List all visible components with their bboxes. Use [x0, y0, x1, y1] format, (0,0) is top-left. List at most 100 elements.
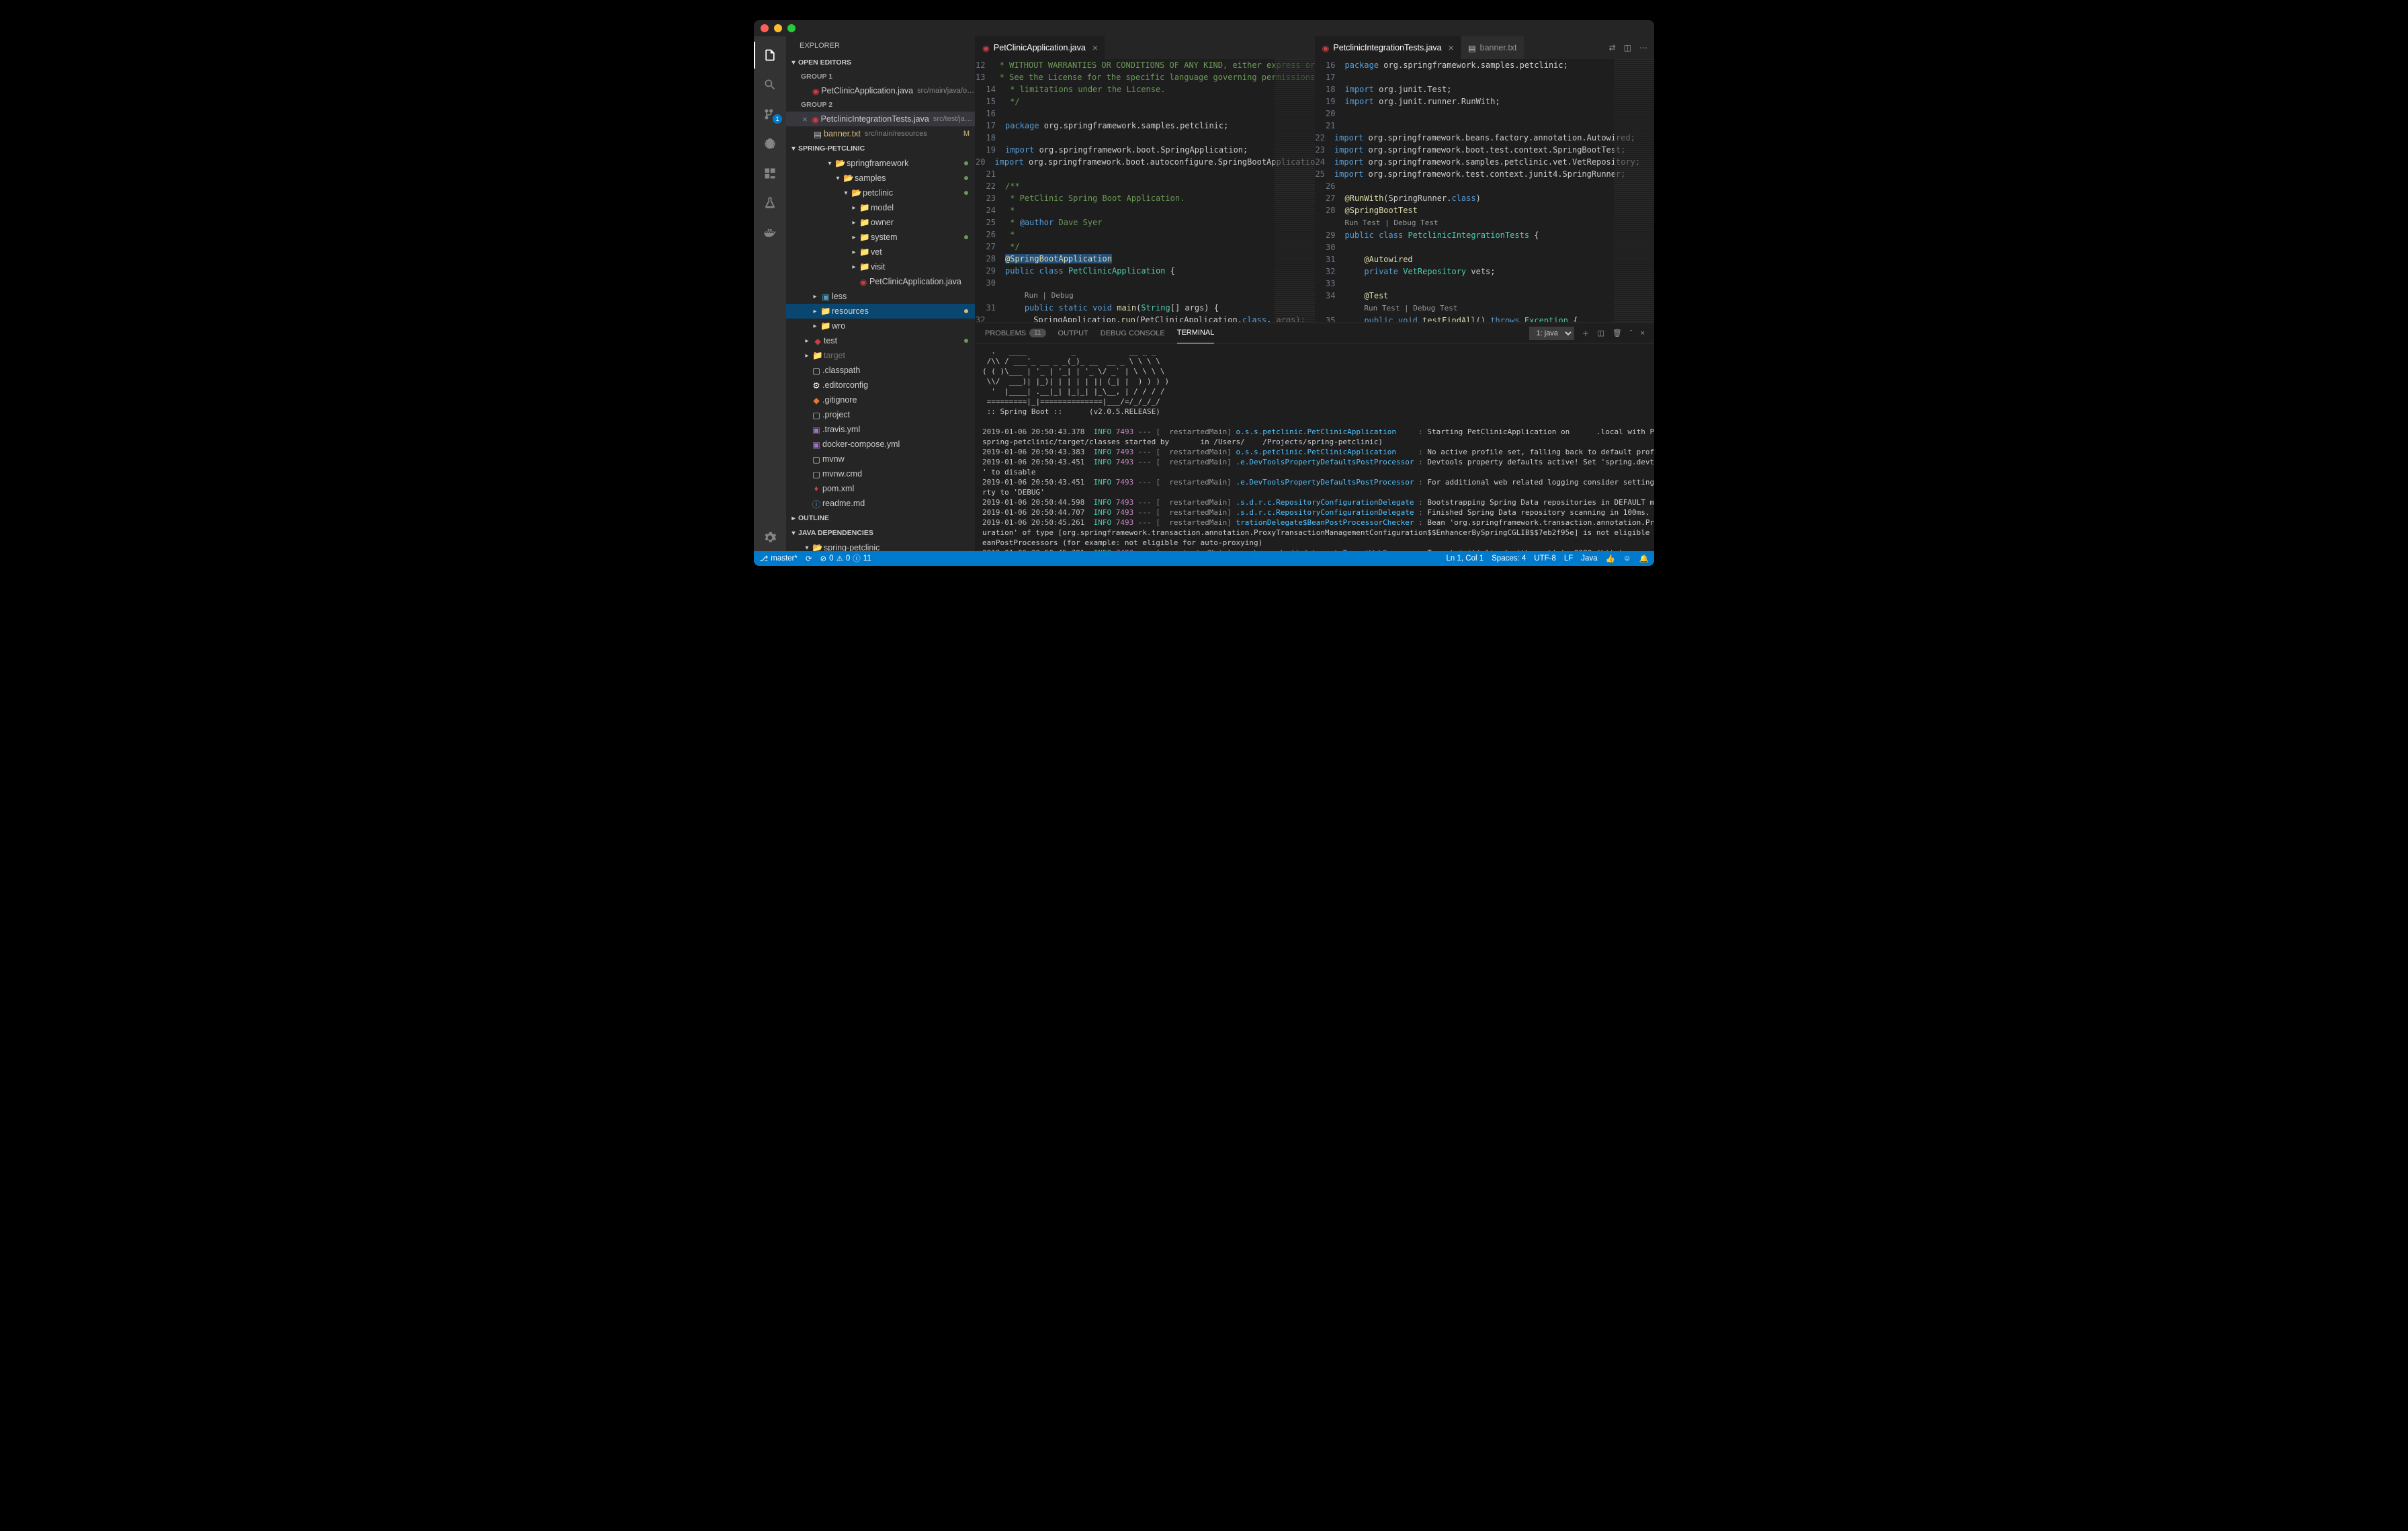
- close-icon[interactable]: ×: [1449, 42, 1454, 53]
- section-open-editors[interactable]: ▾OPEN EDITORS: [786, 55, 975, 70]
- tree-editorconfig[interactable]: ⚙.editorconfig: [786, 378, 975, 392]
- tree-less[interactable]: ▸▣less: [786, 289, 975, 304]
- compare-icon[interactable]: ⇄: [1609, 43, 1616, 52]
- editor-left[interactable]: 12 * WITHOUT WARRANTIES OR CONDITIONS OF…: [976, 59, 1315, 322]
- window-minimize[interactable]: [774, 24, 782, 32]
- tree-samples[interactable]: ▾📂samples: [786, 171, 975, 185]
- group-1-label: GROUP 1: [786, 70, 975, 83]
- activity-extensions[interactable]: [754, 160, 786, 187]
- open-editor-2[interactable]: ×◉ PetclinicIntegrationTests.java src/te…: [786, 112, 975, 126]
- tree-readme[interactable]: ⓘreadme.md: [786, 496, 975, 511]
- title-bar[interactable]: [754, 20, 1654, 36]
- more-icon[interactable]: ⋯: [1639, 43, 1647, 52]
- tree-owner[interactable]: ▸📁owner: [786, 215, 975, 230]
- status-thumbsup[interactable]: 👍: [1606, 554, 1615, 563]
- branch-icon: ⎇: [759, 554, 768, 563]
- tab-petclinic-app[interactable]: ◉ PetClinicApplication.java ×: [976, 36, 1105, 59]
- error-icon: ⊘: [820, 554, 827, 563]
- section-outline[interactable]: ▸OUTLINE: [786, 511, 975, 526]
- editor-right[interactable]: 16package org.springframework.samples.pe…: [1316, 59, 1655, 322]
- group-2-label: GROUP 2: [786, 98, 975, 112]
- activity-settings[interactable]: [754, 524, 786, 551]
- status-eol[interactable]: LF: [1564, 554, 1573, 563]
- scm-badge: 1: [773, 114, 782, 124]
- java-icon: ◉: [982, 43, 990, 53]
- section-project[interactable]: ▾SPRING-PETCLINIC: [786, 141, 975, 156]
- tree-dockercompose[interactable]: ▣docker-compose.yml: [786, 437, 975, 452]
- vscode-window: 1 EXPLORER ▾OPEN EDITOR: [754, 20, 1654, 566]
- tree-system[interactable]: ▸📁system: [786, 230, 975, 245]
- tab-problems[interactable]: PROBLEMS 11: [985, 323, 1046, 343]
- sidebar: EXPLORER ▾OPEN EDITORS GROUP 1 ◉ PetClin…: [786, 36, 976, 551]
- section-java-deps[interactable]: ▾JAVA DEPENDENCIES: [786, 526, 975, 540]
- dep-root[interactable]: ▾📂spring-petclinic: [786, 540, 975, 551]
- status-lang[interactable]: Java: [1581, 554, 1597, 563]
- tree-target[interactable]: ▸📁target: [786, 348, 975, 363]
- files-icon: [763, 48, 777, 62]
- tree-vet[interactable]: ▸📁vet: [786, 245, 975, 259]
- split-icon[interactable]: ◫: [1624, 43, 1631, 52]
- open-editor-1[interactable]: ◉ PetClinicApplication.java src/main/jav…: [786, 83, 975, 98]
- sidebar-title: EXPLORER: [786, 36, 975, 55]
- status-sync[interactable]: ⟳: [806, 554, 812, 563]
- status-bell[interactable]: 🔔: [1639, 554, 1649, 563]
- terminal-body[interactable]: . ____ _ __ _ _ /\\ / ___'_ __ _ _(_)_ _…: [976, 343, 1654, 551]
- new-terminal-icon[interactable]: ＋: [1582, 328, 1590, 339]
- close-icon[interactable]: ×: [1092, 42, 1098, 53]
- activity-docker[interactable]: [754, 219, 786, 246]
- terminal-select[interactable]: 1: java: [1529, 327, 1574, 340]
- window-maximize[interactable]: [787, 24, 796, 32]
- minimap[interactable]: [1275, 59, 1315, 322]
- open-editor-3[interactable]: ▤ banner.txt src/main/resources M: [786, 126, 975, 141]
- tree-project[interactable]: ▢.project: [786, 407, 975, 422]
- kill-terminal-icon[interactable]: 🗑: [1612, 329, 1622, 337]
- search-icon: [763, 78, 777, 91]
- status-errors[interactable]: ⊘0 ⚠0 ⓘ11: [820, 553, 871, 564]
- status-feedback[interactable]: ☺: [1623, 554, 1631, 563]
- tree-visit[interactable]: ▸📁visit: [786, 259, 975, 274]
- tab-integration-tests[interactable]: ◉ PetclinicIntegrationTests.java ×: [1316, 36, 1461, 59]
- activity-test[interactable]: [754, 190, 786, 216]
- status-bar: ⎇master* ⟳ ⊘0 ⚠0 ⓘ11 Ln 1, Col 1 Spaces:…: [754, 551, 1654, 566]
- tab-debug-console[interactable]: DEBUG CONSOLE: [1101, 323, 1165, 343]
- file-icon: ▤: [1468, 43, 1476, 53]
- beaker-icon: [763, 196, 777, 210]
- tab-banner[interactable]: ▤ banner.txt: [1461, 36, 1524, 59]
- tree-appfile[interactable]: ◉PetClinicApplication.java: [786, 274, 975, 289]
- activity-bar: 1: [754, 36, 786, 551]
- tab-terminal[interactable]: TERMINAL: [1177, 323, 1215, 343]
- tree-travis[interactable]: ▣.travis.yml: [786, 422, 975, 437]
- tree-wro[interactable]: ▸📁wro: [786, 319, 975, 333]
- activity-explorer[interactable]: [754, 42, 786, 69]
- split-terminal-icon[interactable]: ◫: [1598, 329, 1604, 337]
- tree-gitignore[interactable]: ◆.gitignore: [786, 392, 975, 407]
- tree-test[interactable]: ▸◆test: [786, 333, 975, 348]
- tab-output[interactable]: OUTPUT: [1058, 323, 1088, 343]
- status-encoding[interactable]: UTF-8: [1534, 554, 1556, 563]
- gear-icon: [763, 531, 777, 544]
- close-panel-icon[interactable]: ×: [1641, 329, 1645, 337]
- status-spaces[interactable]: Spaces: 4: [1492, 554, 1526, 563]
- panel: PROBLEMS 11 OUTPUT DEBUG CONSOLE TERMINA…: [976, 323, 1654, 551]
- maximize-panel-icon[interactable]: ˆ: [1630, 329, 1633, 337]
- window-close[interactable]: [761, 24, 769, 32]
- minimap[interactable]: [1614, 59, 1654, 322]
- editor-group-2: ◉ PetclinicIntegrationTests.java × ▤ ban…: [1316, 36, 1655, 322]
- activity-scm[interactable]: 1: [754, 101, 786, 128]
- tree-petclinic[interactable]: ▾📂petclinic: [786, 185, 975, 200]
- activity-debug[interactable]: [754, 130, 786, 157]
- tree-resources[interactable]: ▸📁resources: [786, 304, 975, 319]
- docker-icon: [763, 226, 777, 239]
- activity-search[interactable]: [754, 71, 786, 98]
- java-icon: ◉: [1322, 43, 1330, 53]
- tree-pom[interactable]: ♦pom.xml: [786, 481, 975, 496]
- tree-classpath[interactable]: ▢.classpath: [786, 363, 975, 378]
- bug-icon: [763, 137, 777, 151]
- tree-mvnwcmd[interactable]: ▢mvnw.cmd: [786, 466, 975, 481]
- tree-model[interactable]: ▸📁model: [786, 200, 975, 215]
- extensions-icon: [763, 167, 777, 180]
- status-lncol[interactable]: Ln 1, Col 1: [1447, 554, 1484, 563]
- tree-mvnw[interactable]: ▢mvnw: [786, 452, 975, 466]
- tree-springframework[interactable]: ▾📂springframework: [786, 156, 975, 171]
- status-branch[interactable]: ⎇master*: [759, 554, 798, 563]
